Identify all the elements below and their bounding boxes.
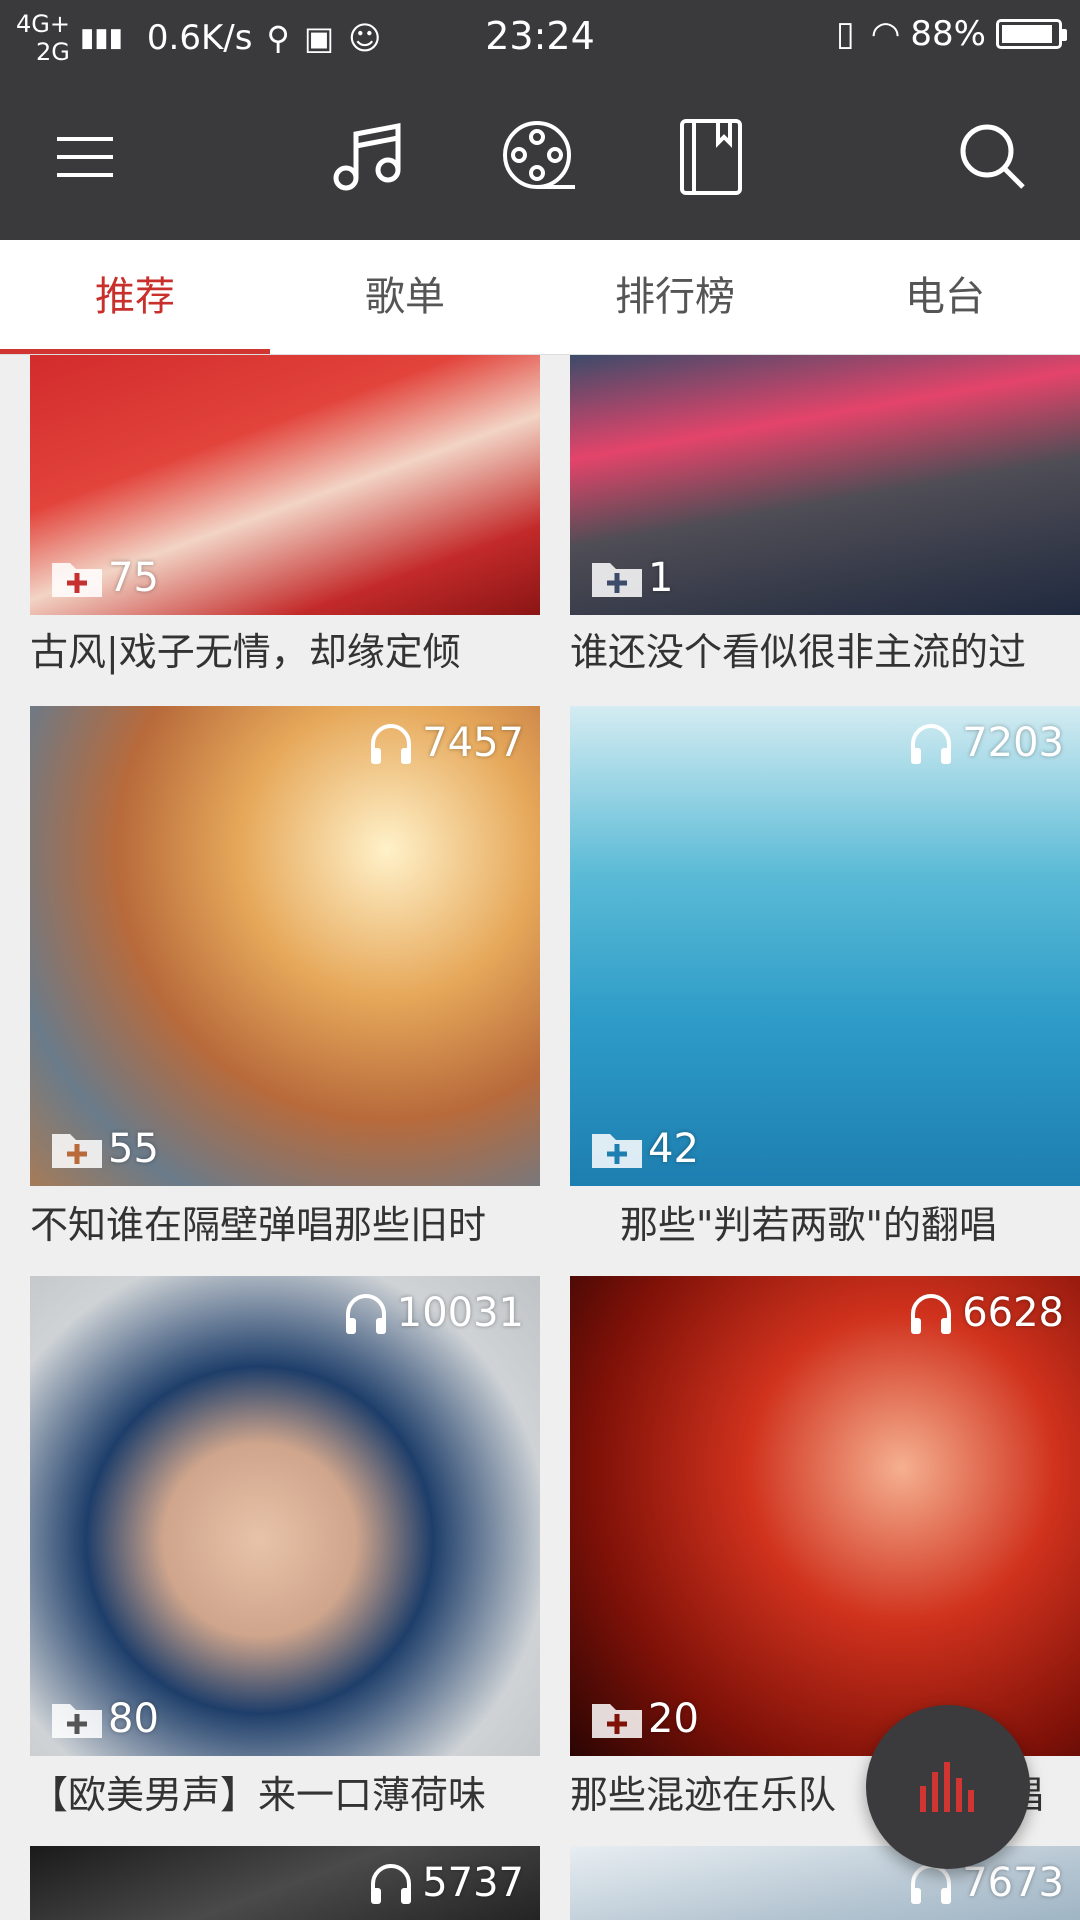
- playlist-card[interactable]: 7673: [570, 1846, 1080, 1920]
- playlist-title: 古风|戏子无情，却缘定倾: [30, 630, 461, 674]
- favorite-count: 42: [590, 1126, 699, 1172]
- playlist-cover: 7457 55: [30, 706, 540, 1186]
- status-bar: 4G+ 2G ▮▮▮ 0.6K/s ⚲ ▣ ☺ 23:24 ▯ ◠ 88%: [0, 0, 1080, 76]
- playlist-title-start: 那些混迹在乐队: [570, 1773, 837, 1817]
- now-playing-button[interactable]: [866, 1705, 1030, 1869]
- playlist-title: 【欧美男声】来一口薄荷味: [30, 1773, 487, 1817]
- playlist-card[interactable]: 75 古风|戏子无情，却缘定倾: [30, 355, 540, 674]
- playlist-title: 那些"判若两歌"的翻唱: [620, 1203, 997, 1247]
- search-icon[interactable]: [948, 112, 1038, 202]
- favorite-count-value: 1: [648, 555, 674, 601]
- playlist-cover: 6628 20: [570, 1276, 1080, 1756]
- headphones-icon: [345, 1294, 386, 1334]
- battery-percent: 88%: [910, 14, 986, 54]
- tab-charts[interactable]: 排行榜: [540, 240, 810, 354]
- playlist-title: 谁还没个看似很非主流的过: [570, 630, 1027, 674]
- playlist-card[interactable]: 5737: [30, 1846, 540, 1920]
- play-count: 10031: [343, 1290, 524, 1336]
- folder-add-icon: [592, 1704, 642, 1738]
- headphones-icon: [371, 1864, 412, 1904]
- vibrate-icon: ▯: [836, 14, 855, 54]
- video-icon[interactable]: [494, 112, 584, 202]
- playlist-card[interactable]: 6628 20 那些混迹在乐队唱: [570, 1276, 1080, 1817]
- play-count-value: 5737: [422, 1860, 524, 1906]
- favorite-count-value: 55: [108, 1126, 159, 1172]
- folder-add-icon: [592, 563, 642, 597]
- playlist-cover: 1: [570, 355, 1080, 615]
- playlist-cover: 5737: [30, 1846, 540, 1920]
- play-count: 6628: [908, 1290, 1064, 1336]
- tab-playlists[interactable]: 歌单: [270, 240, 540, 354]
- battery-icon: [996, 19, 1067, 49]
- favorite-count-value: 42: [648, 1126, 699, 1172]
- play-count-value: 7203: [962, 720, 1064, 766]
- folder-add-icon: [52, 563, 102, 597]
- favorite-count: 55: [50, 1126, 159, 1172]
- favorite-count: 75: [50, 555, 159, 601]
- menu-icon[interactable]: [40, 112, 130, 202]
- favorite-count-value: 75: [108, 555, 159, 601]
- book-icon[interactable]: [666, 112, 756, 202]
- playlist-cover: 10031 80: [30, 1276, 540, 1756]
- headphones-icon: [371, 724, 412, 764]
- folder-add-icon: [592, 1134, 642, 1168]
- folder-add-icon: [52, 1704, 102, 1738]
- playlist-cover: 7203 42: [570, 706, 1080, 1186]
- playlist-card[interactable]: 7203 42 那些"判若两歌"的翻唱: [570, 706, 1080, 1247]
- app-bar: [0, 76, 1080, 240]
- favorite-count-value: 80: [108, 1696, 159, 1742]
- play-count: 7457: [368, 720, 524, 766]
- playlist-card[interactable]: 7457 55 不知谁在隔壁弹唱那些旧时: [30, 706, 540, 1247]
- folder-add-icon: [52, 1134, 102, 1168]
- play-count-value: 6628: [962, 1290, 1064, 1336]
- play-count-value: 7457: [422, 720, 524, 766]
- tab-radio[interactable]: 电台: [810, 240, 1080, 354]
- play-count: 5737: [368, 1860, 524, 1906]
- play-count-value: 10031: [396, 1290, 524, 1336]
- favorite-count-value: 20: [648, 1696, 699, 1742]
- playlist-cover: 7673: [570, 1846, 1080, 1920]
- headphones-icon: [911, 724, 952, 764]
- favorite-count: 20: [590, 1696, 699, 1742]
- favorite-count: 80: [50, 1696, 159, 1742]
- wifi-icon: ◠: [870, 14, 901, 54]
- equalizer-icon: [920, 1762, 974, 1812]
- play-count-value: 7673: [962, 1860, 1064, 1906]
- tab-recommend[interactable]: 推荐: [0, 240, 270, 354]
- playlist-cover: 75: [30, 355, 540, 615]
- tab-bar: 推荐 歌单 排行榜 电台: [0, 240, 1080, 355]
- playlist-grid: 75 古风|戏子无情，却缘定倾 1 谁还没个看似很非主流的过 7457 55 不…: [0, 355, 1080, 1920]
- play-count: 7203: [908, 720, 1064, 766]
- playlist-card[interactable]: 10031 80 【欧美男声】来一口薄荷味: [30, 1276, 540, 1817]
- headphones-icon: [911, 1294, 952, 1334]
- playlist-title: 不知谁在隔壁弹唱那些旧时: [30, 1203, 487, 1247]
- playlist-card[interactable]: 1 谁还没个看似很非主流的过: [570, 355, 1080, 674]
- music-icon[interactable]: [322, 112, 412, 202]
- favorite-count: 1: [590, 555, 673, 601]
